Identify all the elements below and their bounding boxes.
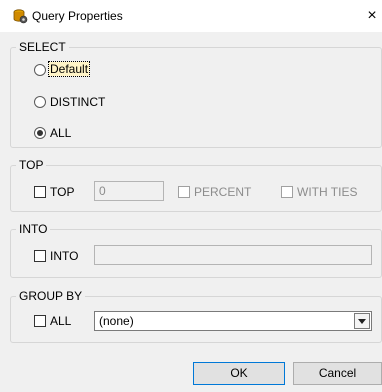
query-properties-dialog: Query Properties × SELECT Default DISTIN…: [0, 0, 382, 392]
group-by-all-label: ALL: [50, 314, 72, 328]
top-legend: TOP: [19, 158, 44, 172]
top-checkbox-label: TOP: [50, 185, 75, 199]
into-checkbox[interactable]: [34, 250, 46, 262]
with-ties-checkbox-label: WITH TIES: [297, 185, 358, 199]
close-button[interactable]: ×: [362, 6, 382, 26]
radio-distinct-label: DISTINCT: [50, 95, 106, 109]
ok-button[interactable]: OK: [193, 362, 285, 385]
radio-default-label: Default: [47, 61, 91, 77]
group-by-select-value: (none): [99, 314, 134, 328]
group-by-select[interactable]: (none): [94, 311, 372, 331]
into-legend: INTO: [19, 222, 48, 236]
group-by-all-checkbox[interactable]: [34, 315, 46, 327]
select-legend: SELECT: [19, 40, 66, 54]
top-value-input[interactable]: 0: [94, 181, 164, 201]
window-title: Query Properties: [32, 9, 123, 23]
chevron-down-icon[interactable]: [354, 313, 370, 329]
database-properties-icon: [13, 9, 28, 24]
into-checkbox-label: INTO: [50, 249, 79, 263]
with-ties-checkbox[interactable]: [281, 186, 293, 198]
radio-distinct[interactable]: [34, 96, 46, 108]
cancel-button[interactable]: Cancel: [293, 362, 382, 385]
group-by-legend: GROUP BY: [19, 289, 83, 303]
top-checkbox[interactable]: [34, 186, 46, 198]
radio-default[interactable]: [34, 64, 46, 76]
into-value-input[interactable]: [94, 245, 372, 265]
radio-default-text: Default: [47, 61, 91, 77]
radio-all[interactable]: [34, 127, 46, 139]
title-bar: Query Properties ×: [0, 0, 382, 32]
radio-all-label: ALL: [50, 126, 72, 140]
close-icon: ×: [367, 7, 377, 24]
percent-checkbox[interactable]: [178, 186, 190, 198]
percent-checkbox-label: PERCENT: [194, 185, 252, 199]
